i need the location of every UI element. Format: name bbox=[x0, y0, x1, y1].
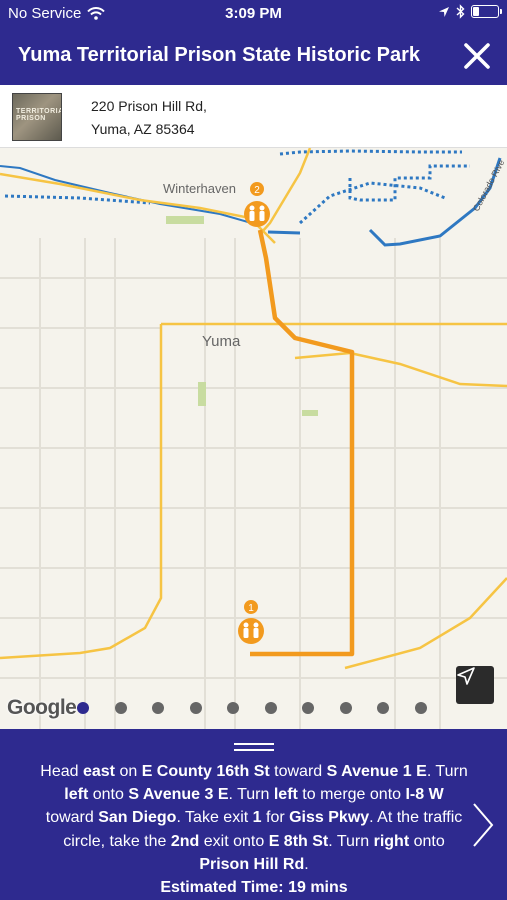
step-dot[interactable] bbox=[414, 702, 427, 714]
direction-segment: . Turn bbox=[328, 832, 374, 850]
clock: 3:09 PM bbox=[225, 5, 282, 22]
direction-segment: San Diego bbox=[98, 809, 177, 827]
direction-segment: . Take exit bbox=[176, 809, 253, 827]
google-logo: Google bbox=[7, 696, 77, 719]
marker-number-2: 2 bbox=[254, 185, 260, 196]
route-marker-1[interactable]: 1 bbox=[238, 600, 264, 644]
close-button[interactable] bbox=[461, 40, 493, 72]
address-bar: TERRITORIAL PRISON 220 Prison Hill Rd, Y… bbox=[0, 85, 507, 148]
location-arrow-icon bbox=[439, 6, 449, 17]
step-dot[interactable] bbox=[377, 702, 389, 714]
direction-segment: 1 bbox=[252, 809, 262, 827]
next-step-button[interactable] bbox=[471, 801, 495, 849]
map-view[interactable]: 1 2 Colorado Rive Winterhaven Yuma Googl… bbox=[0, 148, 507, 729]
family-icon bbox=[244, 201, 270, 227]
chevron-right-icon bbox=[473, 803, 494, 847]
direction-segment: 2nd bbox=[170, 832, 200, 850]
park-area bbox=[198, 382, 206, 406]
direction-segment: I-8 W bbox=[405, 786, 444, 804]
direction-segment: toward bbox=[45, 809, 99, 827]
map-label-yuma: Yuma bbox=[202, 333, 241, 350]
location-thumbnail[interactable]: TERRITORIAL PRISON bbox=[12, 93, 62, 141]
direction-segment: east bbox=[82, 763, 115, 780]
step-dot[interactable] bbox=[227, 702, 239, 714]
direction-segment: for bbox=[261, 809, 290, 827]
step-dot[interactable] bbox=[189, 702, 202, 714]
my-location-button[interactable] bbox=[456, 666, 494, 704]
direction-segment: . bbox=[304, 855, 309, 873]
direction-segment: Head bbox=[40, 763, 83, 780]
directions-panel: Head east on E County 16th St toward S A… bbox=[0, 729, 507, 900]
direction-segment: Prison Hill Rd bbox=[199, 855, 305, 873]
step-pager[interactable] bbox=[77, 702, 452, 714]
directions-text: Head east on E County 16th St toward S A… bbox=[40, 760, 468, 899]
address-line-2: Yuma, AZ 85364 bbox=[91, 121, 195, 137]
direction-segment: left bbox=[273, 786, 298, 804]
close-icon bbox=[464, 43, 490, 69]
step-dot[interactable] bbox=[152, 702, 164, 714]
direction-segment: to merge onto bbox=[297, 786, 406, 804]
navigation-arrow-icon bbox=[457, 667, 475, 685]
battery-icon bbox=[471, 5, 502, 18]
direction-segment: onto bbox=[88, 786, 129, 804]
direction-segment: E County 16th St bbox=[141, 763, 270, 780]
route-marker-2[interactable]: 2 bbox=[244, 182, 270, 227]
direction-segment: E 8th St bbox=[268, 832, 329, 850]
estimated-time: Estimated Time: 19 mins bbox=[160, 879, 348, 897]
app-header: Yuma Territorial Prison State Historic P… bbox=[0, 28, 507, 85]
status-right bbox=[438, 4, 502, 19]
map-label-winterhaven: Winterhaven bbox=[163, 181, 236, 196]
step-dot[interactable] bbox=[339, 702, 352, 714]
map-canvas[interactable]: 1 2 Colorado Rive bbox=[0, 148, 507, 729]
direction-segment: right bbox=[373, 832, 410, 850]
address-text: 220 Prison Hill Rd, Yuma, AZ 85364 bbox=[91, 95, 207, 141]
step-dot[interactable] bbox=[264, 702, 277, 714]
family-icon bbox=[238, 618, 264, 644]
direction-segment: left bbox=[64, 786, 89, 804]
directions-body: Head east on E County 16th St toward S A… bbox=[40, 763, 467, 873]
status-bar: No Service 3:09 PM bbox=[0, 0, 507, 28]
step-dot[interactable] bbox=[302, 702, 314, 714]
step-dot[interactable] bbox=[77, 702, 89, 714]
direction-segment: . Turn bbox=[228, 786, 274, 804]
step-dot[interactable] bbox=[114, 702, 127, 714]
direction-segment: onto bbox=[409, 832, 445, 850]
marker-number-1: 1 bbox=[248, 603, 254, 614]
direction-segment: Giss Pkwy bbox=[289, 809, 370, 827]
water-features bbox=[0, 149, 502, 247]
drag-handle[interactable] bbox=[234, 743, 274, 751]
direction-segment: exit onto bbox=[199, 832, 269, 850]
direction-segment: . Turn bbox=[426, 763, 468, 780]
page-title: Yuma Territorial Prison State Historic P… bbox=[18, 44, 420, 66]
map-label-river: Colorado Rive bbox=[471, 158, 507, 213]
bluetooth-icon bbox=[456, 4, 465, 19]
address-line-1: 220 Prison Hill Rd, bbox=[91, 98, 207, 114]
direction-segment: toward bbox=[269, 763, 327, 780]
direction-segment: on bbox=[115, 763, 142, 780]
thumbnail-sign-text: TERRITORIAL PRISON bbox=[16, 108, 61, 122]
direction-segment: S Avenue 1 E bbox=[326, 763, 427, 780]
park-area bbox=[166, 216, 204, 224]
direction-segment: S Avenue 3 E bbox=[128, 786, 229, 804]
park-area bbox=[302, 410, 318, 416]
